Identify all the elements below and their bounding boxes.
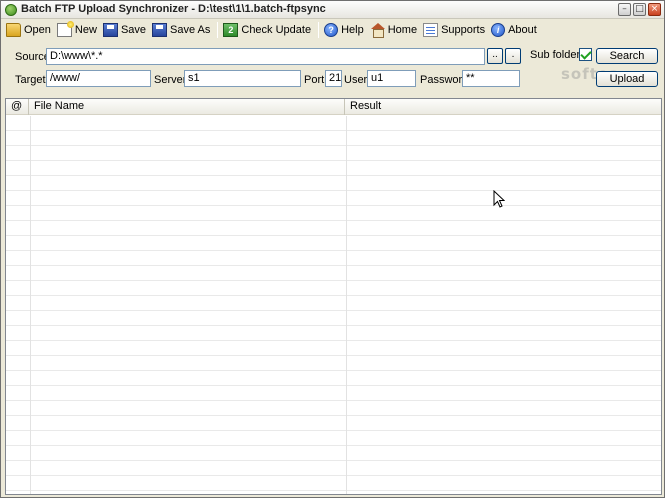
home-button[interactable]: Home xyxy=(368,20,421,39)
check-update-button[interactable]: 2 Check Update xyxy=(221,20,315,39)
save-label: Save xyxy=(120,23,147,36)
save-as-label: Save As xyxy=(170,23,211,36)
browse-file-button[interactable]: . xyxy=(505,48,521,64)
floppy-disk-icon xyxy=(102,22,118,37)
toolbar-separator xyxy=(217,21,219,38)
server-input[interactable]: s1 xyxy=(184,70,301,87)
window-controls: – □ × xyxy=(618,3,661,16)
about-label: About xyxy=(508,23,537,36)
column-divider xyxy=(30,116,31,494)
help-label: Help xyxy=(341,23,364,36)
column-result[interactable]: Result xyxy=(345,99,661,115)
user-input[interactable]: u1 xyxy=(367,70,416,87)
port-input[interactable]: 21 xyxy=(325,70,342,87)
save-as-button[interactable]: Save As xyxy=(150,20,214,39)
column-divider xyxy=(346,116,347,494)
supports-label: Supports xyxy=(441,23,486,36)
check-update-label: Check Update xyxy=(241,23,312,36)
save-button[interactable]: Save xyxy=(101,20,150,39)
server-label: Server xyxy=(154,74,187,86)
port-label: Port xyxy=(304,74,325,86)
title-bar[interactable]: Batch FTP Upload Synchronizer - D:\test\… xyxy=(1,1,664,19)
browse-folder-button[interactable]: .. xyxy=(487,48,503,64)
connection-panel: Source D:\www\*.* .. . Sub folders Searc… xyxy=(5,41,662,96)
search-button[interactable]: Search xyxy=(596,48,658,64)
minimize-button[interactable]: – xyxy=(618,3,631,16)
home-icon xyxy=(370,22,385,38)
about-button[interactable]: i About xyxy=(489,20,541,39)
window-title: Batch FTP Upload Synchronizer - D:\test\… xyxy=(21,3,326,15)
update-icon: 2 xyxy=(223,22,239,37)
mouse-pointer-icon xyxy=(493,190,505,208)
password-input[interactable]: ** xyxy=(462,70,520,87)
supports-button[interactable]: Supports xyxy=(421,20,489,39)
new-button[interactable]: New xyxy=(55,20,101,39)
new-document-icon xyxy=(56,20,74,37)
info-icon: i xyxy=(491,22,506,37)
source-label: Source xyxy=(15,51,50,63)
grid-header: @ File Name Result xyxy=(6,99,661,115)
target-input[interactable]: /www/ xyxy=(46,70,151,87)
help-button[interactable]: ? Help xyxy=(322,20,368,39)
app-icon xyxy=(5,4,17,16)
source-input[interactable]: D:\www\*.* xyxy=(46,48,485,65)
close-button[interactable]: × xyxy=(648,3,661,16)
results-grid[interactable]: @ File Name Result xyxy=(5,98,662,495)
app-window: Batch FTP Upload Synchronizer - D:\test\… xyxy=(0,0,665,498)
column-file-name[interactable]: File Name xyxy=(29,99,345,115)
subfolders-label: Sub folders xyxy=(530,49,586,61)
open-button[interactable]: Open xyxy=(4,20,55,39)
open-label: Open xyxy=(24,23,51,36)
document-list-icon xyxy=(423,22,439,37)
user-label: User xyxy=(344,74,368,86)
help-icon: ? xyxy=(324,22,339,37)
target-label: Target xyxy=(15,74,46,86)
toolbar-separator xyxy=(318,21,320,38)
new-label: New xyxy=(74,23,97,36)
folder-open-icon xyxy=(6,22,21,37)
home-label: Home xyxy=(387,23,418,36)
save-as-icon xyxy=(152,22,168,37)
toolbar: Open New Save Save As 2 Check Update ? H… xyxy=(1,19,664,40)
column-status[interactable]: @ xyxy=(6,99,29,115)
upload-button[interactable]: Upload xyxy=(596,71,658,87)
grid-body[interactable] xyxy=(6,116,661,494)
subfolders-checkbox[interactable] xyxy=(579,48,592,61)
maximize-button[interactable]: □ xyxy=(633,3,646,16)
